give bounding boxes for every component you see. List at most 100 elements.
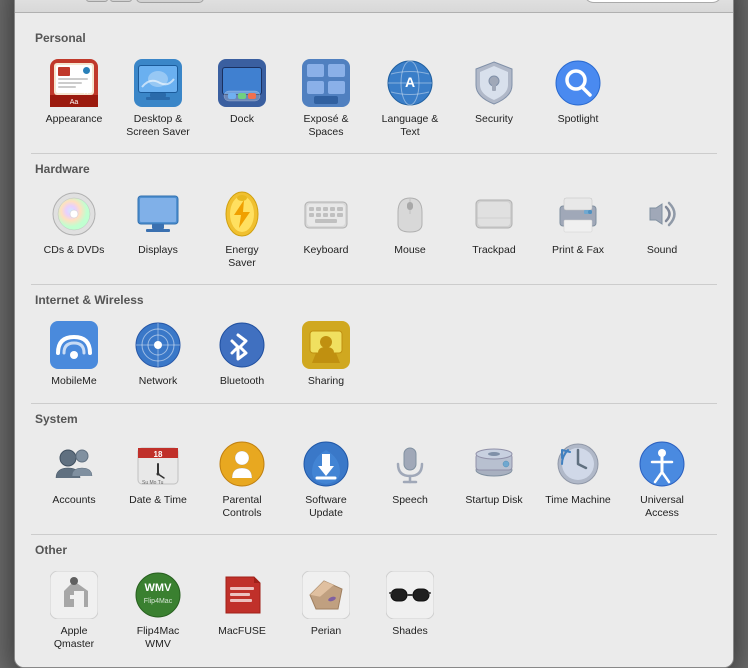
spotlight-icon xyxy=(552,57,604,109)
bluetooth-label: Bluetooth xyxy=(220,375,264,388)
pref-item-dock[interactable]: Dock xyxy=(201,51,283,145)
pref-item-print-fax[interactable]: Print & Fax xyxy=(537,182,619,276)
pref-item-time-machine[interactable]: Time Machine xyxy=(537,432,619,526)
printfax-icon xyxy=(552,188,604,240)
pref-item-cds-dvds[interactable]: CDs & DVDs xyxy=(33,182,115,276)
pref-item-spotlight[interactable]: Spotlight xyxy=(537,51,619,145)
pref-item-parental-controls[interactable]: ParentalControls xyxy=(201,432,283,526)
pref-item-flip4mac[interactable]: WMV Flip4Mac Flip4MacWMV xyxy=(117,563,199,657)
date-time-label: Date & Time xyxy=(129,494,187,507)
pref-item-macfuse[interactable]: MacFUSE xyxy=(201,563,283,657)
pref-item-sharing[interactable]: Sharing xyxy=(285,313,367,394)
show-all-button[interactable]: Show All xyxy=(136,0,204,3)
pref-item-appearance[interactable]: A Aa Appearance xyxy=(33,51,115,145)
section-system-label: System xyxy=(35,412,717,426)
section-internet-items: MobileMe Network xyxy=(31,313,717,394)
accounts-label: Accounts xyxy=(52,494,95,507)
datetime-icon: 18 Su Mo Tu xyxy=(132,438,184,490)
shades-label: Shades xyxy=(392,625,428,638)
pref-item-software-update[interactable]: SoftwareUpdate xyxy=(285,432,367,526)
sound-icon xyxy=(636,188,688,240)
svg-text:A: A xyxy=(405,74,415,90)
trackpad-label: Trackpad xyxy=(472,244,515,257)
section-personal-items: A Aa Appearance xyxy=(31,51,717,145)
pref-item-perian[interactable]: Perian xyxy=(285,563,367,657)
pref-item-sound[interactable]: Sound xyxy=(621,182,703,276)
section-other-label: Other xyxy=(35,543,717,557)
pref-item-universal-access[interactable]: UniversalAccess xyxy=(621,432,703,526)
macfuse-icon xyxy=(216,569,268,621)
nav-buttons: ‹ › xyxy=(86,0,132,2)
security-icon xyxy=(468,57,520,109)
mouse-label: Mouse xyxy=(394,244,426,257)
section-internet-label: Internet & Wireless xyxy=(35,293,717,307)
universalaccess-icon xyxy=(636,438,688,490)
print-fax-label: Print & Fax xyxy=(552,244,604,257)
divider-hardware xyxy=(31,153,717,154)
apple-qmaster-label: AppleQmaster xyxy=(54,625,94,651)
cddvd-icon xyxy=(48,188,100,240)
pref-item-date-time[interactable]: 18 Su Mo Tu Date & Time xyxy=(117,432,199,526)
startup-disk-label: Startup Disk xyxy=(465,494,522,507)
section-hardware-items: CDs & DVDs Displays xyxy=(31,182,717,276)
divider-internet xyxy=(31,284,717,285)
trackpad-icon xyxy=(468,188,520,240)
pref-item-accounts[interactable]: Accounts xyxy=(33,432,115,526)
pref-item-expose-spaces[interactable]: Exposé &Spaces xyxy=(285,51,367,145)
software-update-label: SoftwareUpdate xyxy=(305,494,346,520)
sharing-icon xyxy=(300,319,352,371)
shades-icon xyxy=(384,569,436,621)
speech-label: Speech xyxy=(392,494,428,507)
forward-button[interactable]: › xyxy=(110,0,132,2)
speech-icon xyxy=(384,438,436,490)
language-icon: A xyxy=(384,57,436,109)
mobileme-icon xyxy=(48,319,100,371)
dock-label: Dock xyxy=(230,113,254,126)
perian-icon xyxy=(300,569,352,621)
bluetooth-icon xyxy=(216,319,268,371)
accounts-icon xyxy=(48,438,100,490)
pref-item-network[interactable]: Network xyxy=(117,313,199,394)
dock-icon xyxy=(216,57,268,109)
mobileme-label: MobileMe xyxy=(51,375,97,388)
pref-item-displays[interactable]: Displays xyxy=(117,182,199,276)
parental-controls-label: ParentalControls xyxy=(222,494,261,520)
pref-item-energy-saver[interactable]: EnergySaver xyxy=(201,182,283,276)
desktop-screensaver-label: Desktop &Screen Saver xyxy=(126,113,190,139)
energy-saver-label: EnergySaver xyxy=(225,244,258,270)
time-machine-label: Time Machine xyxy=(545,494,611,507)
pref-item-keyboard[interactable]: Keyboard xyxy=(285,182,367,276)
section-other-items: AppleQmaster WMV Flip4Mac Flip4MacWMV xyxy=(31,563,717,657)
pref-item-trackpad[interactable]: Trackpad xyxy=(453,182,535,276)
pref-item-language-text[interactable]: A Language &Text xyxy=(369,51,451,145)
section-system-items: Accounts 18 Su Mo Tu Date & Time xyxy=(31,432,717,526)
svg-text:Aa: Aa xyxy=(70,99,79,106)
expose-spaces-label: Exposé &Spaces xyxy=(304,113,349,139)
appearance-label: Appearance xyxy=(46,113,103,126)
pref-item-security[interactable]: Security xyxy=(453,51,535,145)
section-personal-label: Personal xyxy=(35,31,717,45)
pref-item-mouse[interactable]: Mouse xyxy=(369,182,451,276)
expose-icon xyxy=(300,57,352,109)
energy-icon xyxy=(216,188,268,240)
search-box[interactable]: 🔍 xyxy=(583,0,723,3)
softupdate-icon xyxy=(300,438,352,490)
pref-item-bluetooth[interactable]: Bluetooth xyxy=(201,313,283,394)
cds-dvds-label: CDs & DVDs xyxy=(44,244,105,257)
pref-item-shades[interactable]: Shades xyxy=(369,563,451,657)
svg-text:Flip4Mac: Flip4Mac xyxy=(144,598,173,605)
pref-item-apple-qmaster[interactable]: AppleQmaster xyxy=(33,563,115,657)
sound-label: Sound xyxy=(647,244,677,257)
perian-label: Perian xyxy=(311,625,341,638)
security-label: Security xyxy=(475,113,513,126)
pref-item-desktop-screensaver[interactable]: Desktop &Screen Saver xyxy=(117,51,199,145)
parental-icon xyxy=(216,438,268,490)
content-area: Personal A Aa xyxy=(15,13,733,667)
titlebar: ‹ › Show All System Preferences 🔍 xyxy=(15,0,733,13)
startupdisk-icon xyxy=(468,438,520,490)
back-button[interactable]: ‹ xyxy=(86,0,108,2)
pref-item-speech[interactable]: Speech xyxy=(369,432,451,526)
pref-item-startup-disk[interactable]: Startup Disk xyxy=(453,432,535,526)
desktop-icon xyxy=(132,57,184,109)
pref-item-mobileme[interactable]: MobileMe xyxy=(33,313,115,394)
